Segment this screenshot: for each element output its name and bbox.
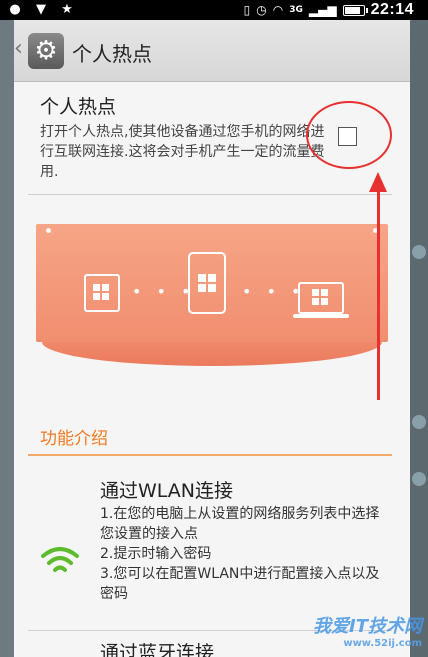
feature-step: 2.提示时输入密码	[100, 546, 212, 562]
laptop-base	[293, 314, 349, 318]
connection-dots: • • •	[132, 282, 196, 301]
feature-title-wlan: 通过WLAN连接	[100, 480, 234, 502]
tablet-device-icon	[84, 274, 120, 312]
divider	[28, 194, 392, 195]
hotspot-illustration: • • • • • •	[36, 224, 388, 372]
feature-step: 3.您可以在配置WLAN中进行配置接入点以及密码	[100, 566, 380, 602]
background-avatar	[412, 245, 426, 259]
vibrate-icon: ▯	[243, 3, 251, 17]
background-app-right	[410, 20, 428, 657]
page-title: 个人热点	[72, 42, 152, 66]
watermark-text: 我爱IT技术网	[313, 616, 422, 637]
wifi-icon	[41, 547, 79, 572]
back-arrow-icon[interactable]: ‹	[14, 36, 23, 61]
windows-logo-icon	[312, 289, 328, 305]
content-area: 个人热点 打开个人热点,使其他设备通过您手机的网络进行互联网连接.这将会对手机产…	[14, 82, 410, 657]
background-app-left	[0, 20, 14, 657]
feature-title-bluetooth: 通过蓝牙连接	[100, 642, 215, 657]
phone-device-icon	[188, 252, 226, 314]
annotation-arrow-line	[377, 182, 380, 400]
star-icon: ★	[61, 2, 73, 17]
feature-steps-wlan: 1.在您的电脑上从设置的网络服务列表中选择您设置的接入点 2.提示时输入密码 3…	[100, 504, 380, 604]
laptop-device-icon	[298, 282, 344, 314]
pin	[46, 228, 51, 233]
title-bar: ‹ ⚙ 个人热点	[14, 20, 410, 82]
clock: 22:14	[370, 1, 414, 18]
signal-icon: ▂▄▆	[308, 3, 337, 17]
connection-dots: • • •	[242, 282, 306, 301]
alarm-icon: ◷	[256, 3, 267, 17]
gear-icon[interactable]: ⚙	[28, 33, 64, 69]
feature-step: 1.在您的电脑上从设置的网络服务列表中选择您设置的接入点	[100, 506, 380, 542]
background-avatar	[412, 472, 426, 486]
network-type: 3G	[289, 5, 303, 15]
annotation-circle	[306, 101, 392, 169]
hotspot-setting-description: 打开个人热点,使其他设备通过您手机的网络进行互联网连接.这将会对手机产生一定的流…	[40, 124, 325, 180]
section-divider	[28, 454, 392, 456]
notification-icons: ● ▼ ★	[6, 1, 76, 19]
watermark: 我爱IT技术网 www.52ij.com	[313, 612, 422, 649]
shield-icon: ▼	[36, 2, 46, 17]
battery-level	[344, 6, 360, 14]
section-title: 功能介绍	[40, 429, 108, 449]
hotspot-settings-panel: ‹ ⚙ 个人热点 个人热点 打开个人热点,使其他设备通过您手机的网络进行互联网连…	[14, 20, 410, 657]
watermark-url: www.52ij.com	[343, 638, 422, 649]
battery-icon	[342, 4, 368, 16]
windows-logo-icon	[93, 284, 109, 300]
status-bar: ● ▼ ★ ▯ ◷ ◠ 3G ▂▄▆ 22:14	[0, 0, 428, 20]
wechat-icon: ●	[9, 2, 21, 17]
hotspot-setting-title: 个人热点	[40, 96, 117, 118]
system-icons: ▯ ◷ ◠ 3G ▂▄▆ 22:14	[244, 0, 414, 20]
windows-logo-icon	[198, 274, 216, 292]
background-avatar	[412, 415, 426, 429]
wifi-status-icon: ◠	[272, 3, 284, 17]
